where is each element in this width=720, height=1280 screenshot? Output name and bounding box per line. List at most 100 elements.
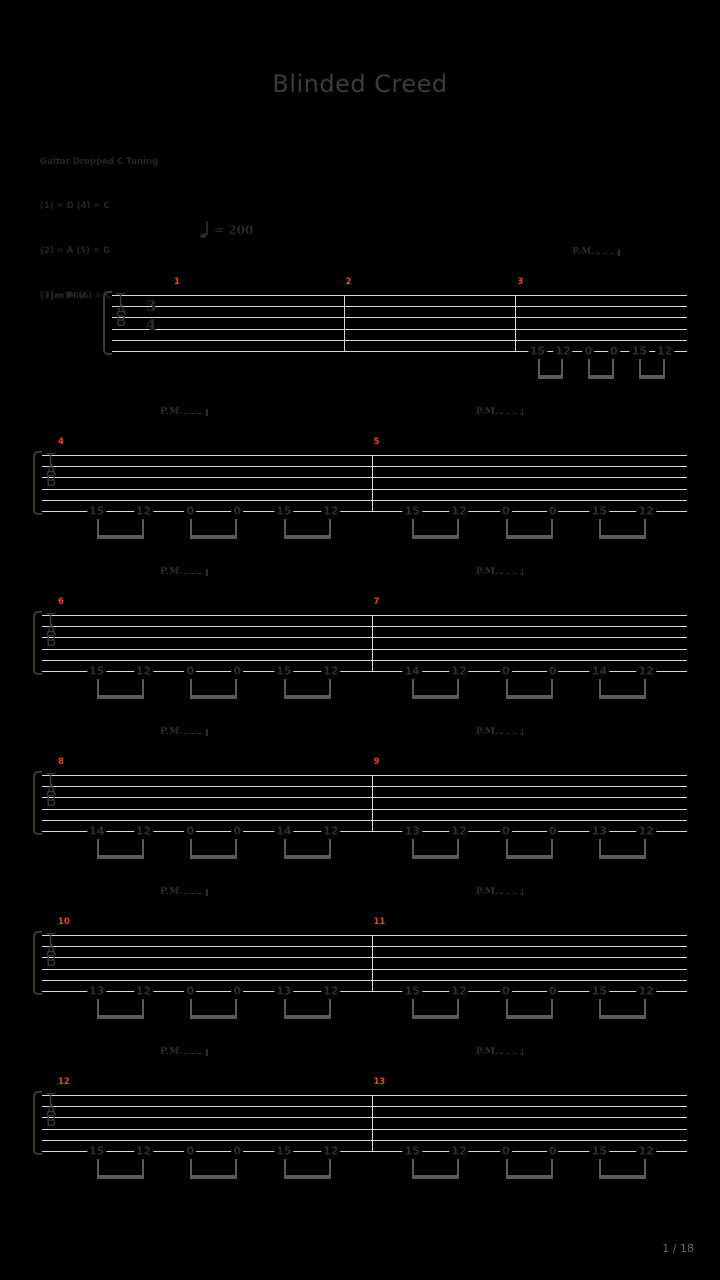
palm-mute-dash-line — [499, 569, 524, 576]
system-bracket — [33, 931, 42, 995]
staff-system: T A B 6 15 12 0 0 15 12 P.M. 7 14 12 0 0 14 12 P.M. — [33, 567, 687, 731]
tab-clef: TAB — [46, 771, 57, 811]
fret-number: 0 — [184, 664, 197, 678]
fret-number: 14 — [402, 664, 422, 678]
tempo-value: = 200 — [214, 223, 254, 237]
palm-mute-label: P.M. — [475, 406, 499, 417]
beam-bar — [96, 855, 144, 859]
measure-number: 4 — [58, 437, 64, 447]
fret-number: 0 — [231, 664, 243, 678]
tab-staff: TAB — [42, 1091, 687, 1152]
fret-number: 14 — [87, 824, 107, 838]
fret-number: 12 — [133, 984, 154, 998]
staff-system: T A B 4 15 12 0 0 15 12 P.M. 5 15 12 0 0 15 12 P.M. — [33, 407, 687, 571]
barline — [343, 295, 345, 351]
staff-line — [42, 455, 687, 456]
fret-number: 0 — [184, 984, 197, 998]
tab-staff: TAB — [42, 771, 687, 832]
palm-mute-label: P.M. — [475, 726, 499, 737]
beam-group — [190, 1159, 238, 1179]
barline — [371, 455, 373, 511]
beam-group — [283, 999, 331, 1019]
beam-bar — [283, 855, 331, 859]
system-bracket — [33, 451, 42, 515]
beam-group — [588, 359, 614, 379]
measure-number: 3 — [517, 277, 524, 287]
fret-number: 14 — [274, 824, 294, 838]
palm-mute-marking: P.M. — [476, 567, 524, 576]
beam-group — [283, 519, 331, 539]
fret-number: 15 — [589, 1144, 610, 1158]
staff-line — [42, 819, 687, 821]
staff-system: T A B 10 13 12 0 0 13 12 P.M. 11 15 12 0 0 15 12 P.M. — [33, 887, 687, 1051]
fret-number: 15 — [274, 504, 294, 518]
beam-bar — [190, 1015, 238, 1019]
fret-number: 15 — [274, 664, 294, 678]
staff-line — [42, 1106, 687, 1108]
fret-number: 13 — [274, 984, 294, 998]
palm-mute-dash-line — [183, 729, 208, 736]
tab-clef: TAB — [46, 451, 57, 491]
tab-clef: TAB — [46, 931, 57, 971]
staff-line — [42, 1095, 687, 1096]
beam-group — [599, 519, 647, 539]
fret-number: 0 — [546, 824, 559, 838]
staff-system: T A B 3 4 1 2 3 15 12 0 0 15 12 P.M. Jan?Misi — [51, 247, 687, 411]
beam-group — [412, 999, 460, 1019]
staff-line — [42, 648, 687, 650]
beam-group — [505, 839, 553, 859]
fret-number: 13 — [87, 984, 107, 998]
tuning-line-2: (2) = A (5) = G — [40, 246, 110, 256]
beam-bar — [599, 695, 647, 699]
palm-mute-dash-line — [183, 569, 208, 576]
fret-number: 12 — [133, 1144, 154, 1158]
instrument-name: Jan?Misi — [51, 291, 86, 300]
fret-number: 0 — [582, 344, 595, 358]
staff-line — [42, 935, 687, 936]
palm-mute-label: P.M. — [160, 566, 183, 577]
beam-group — [599, 1159, 647, 1179]
beam-group — [190, 519, 238, 539]
beam-group — [599, 999, 647, 1019]
barline — [515, 295, 517, 351]
beam-group — [599, 839, 647, 859]
staff-line — [42, 659, 687, 661]
beam-group — [412, 679, 460, 699]
beam-group — [283, 839, 331, 859]
fret-number: 15 — [402, 504, 422, 518]
tab-clef: TAB — [46, 1091, 56, 1129]
palm-mute-dash-line — [499, 889, 524, 896]
tab-clef-letter: B — [46, 952, 57, 971]
palm-mute-marking: P.M. — [160, 887, 208, 896]
fret-number: 0 — [546, 664, 559, 678]
tab-clef-letter: B — [46, 472, 57, 491]
tuning-line-1: (1) = D (4) = C — [40, 201, 110, 212]
measure-number: 7 — [373, 597, 380, 607]
tab-clef-letter: B — [116, 312, 127, 331]
tab-clef-letter: B — [46, 632, 57, 651]
staff-line — [42, 626, 687, 628]
staff-line — [42, 477, 687, 479]
beam-bar — [412, 535, 460, 539]
beam-bar — [412, 1015, 460, 1019]
fret-number: 0 — [184, 504, 197, 518]
beam-group — [190, 999, 238, 1019]
tab-clef: TAB — [46, 611, 57, 651]
palm-mute-dash-line — [183, 409, 208, 416]
fret-number: 12 — [321, 504, 341, 518]
beam-group — [412, 1159, 460, 1179]
beam-group — [412, 839, 460, 859]
staff-line — [112, 317, 687, 319]
fret-number: 12 — [449, 984, 469, 998]
tab-staff: TAB — [42, 931, 687, 992]
beam-bar — [537, 375, 563, 379]
beam-group — [283, 1159, 331, 1179]
staff-line — [42, 979, 687, 981]
beam-group — [96, 519, 144, 539]
beam-group — [96, 679, 144, 699]
tab-clef-letter: B — [46, 792, 57, 811]
staff-line — [112, 351, 687, 352]
tab-clef: TAB — [116, 291, 127, 331]
beam-group — [505, 519, 553, 539]
tab-staff: TAB — [42, 451, 687, 512]
